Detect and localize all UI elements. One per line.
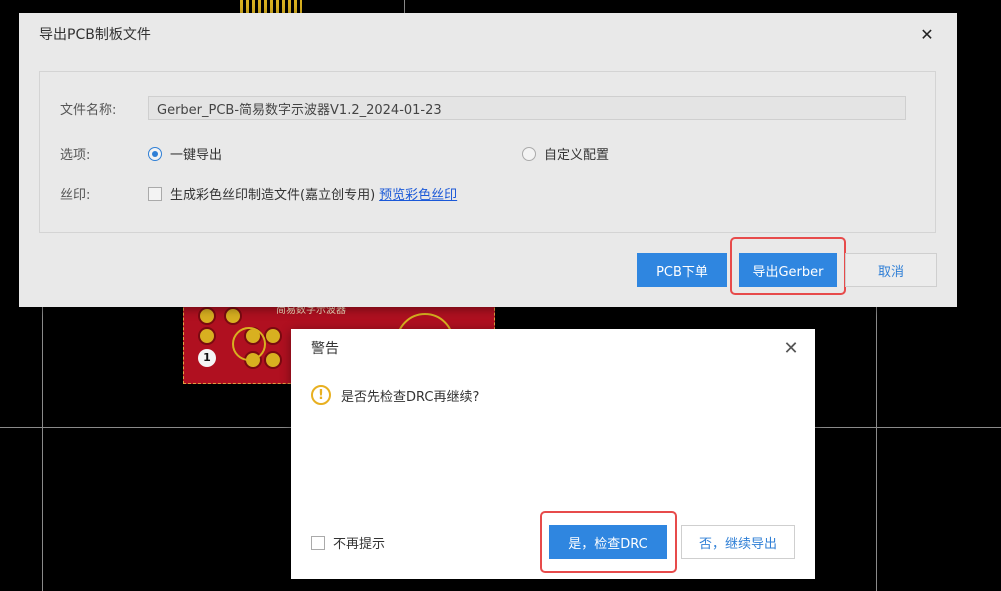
silk-checkbox-label: 生成彩色丝印制造文件(嘉立创专用)	[170, 188, 376, 203]
pcb-pad	[198, 327, 216, 345]
export-dialog-title: 导出PCB制板文件	[39, 27, 151, 43]
pcb-pad	[224, 307, 242, 325]
pcb-pad	[264, 327, 282, 345]
option-one-click-export[interactable]: 一键导出	[148, 144, 222, 163]
export-dialog-titlebar: 导出PCB制板文件 ✕	[19, 13, 957, 55]
silk-checkbox[interactable]	[148, 186, 162, 201]
pcb-button-ring	[232, 327, 266, 361]
warning-message: ! 是否先检查DRC再继续?	[311, 385, 479, 405]
filename-label: 文件名称:	[60, 102, 117, 118]
continue-export-button[interactable]: 否，继续导出	[681, 525, 795, 559]
options-row: 选项: 一键导出 自定义配置	[60, 144, 609, 163]
warning-dialog: 警告 ✕ ! 是否先检查DRC再继续? 不再提示 是，检查DRC 否，继续导出	[291, 329, 815, 579]
canvas-grid-line	[876, 300, 877, 591]
options-label: 选项:	[60, 148, 91, 163]
filename-row: 文件名称:	[60, 96, 906, 120]
option-custom-label: 自定义配置	[544, 148, 610, 163]
export-pcb-dialog: 导出PCB制板文件 ✕ 文件名称: 选项: 一键导出 自定义配置 丝印: 生成彩…	[19, 13, 957, 307]
silk-color-option[interactable]: 生成彩色丝印制造文件(嘉立创专用) 预览彩色丝印	[148, 184, 457, 203]
pcb-pad	[264, 351, 282, 369]
radio-unchecked-icon[interactable]	[522, 146, 537, 161]
close-icon[interactable]: ✕	[781, 338, 801, 359]
dont-remind-label: 不再提示	[333, 537, 386, 552]
check-drc-highlight	[540, 511, 677, 573]
warning-message-text: 是否先检查DRC再继续?	[341, 389, 480, 405]
option-one-click-label: 一键导出	[170, 148, 223, 163]
dont-remind-checkbox[interactable]	[311, 535, 325, 550]
pcb-order-button[interactable]: PCB下单	[637, 253, 727, 287]
silk-label: 丝印:	[60, 188, 91, 203]
warning-dialog-title: 警告	[311, 341, 339, 357]
warning-icon: !	[311, 385, 331, 405]
preview-silk-link[interactable]: 预览彩色丝印	[379, 184, 457, 203]
warning-dialog-titlebar: 警告 ✕	[291, 329, 815, 367]
silk-row: 丝印: 生成彩色丝印制造文件(嘉立创专用) 预览彩色丝印	[60, 184, 457, 203]
pcb-pad-number: 1	[198, 349, 216, 367]
filename-input[interactable]	[148, 96, 906, 120]
dont-remind-option[interactable]: 不再提示	[311, 533, 385, 552]
close-icon[interactable]: ✕	[917, 24, 937, 44]
cancel-button[interactable]: 取消	[845, 253, 937, 287]
export-gerber-highlight	[730, 237, 846, 295]
pcb-pad	[198, 307, 216, 325]
export-options-panel: 文件名称: 选项: 一键导出 自定义配置 丝印: 生成彩色丝印制造文件(嘉立创专…	[39, 71, 936, 233]
option-custom-config[interactable]: 自定义配置	[522, 144, 609, 163]
canvas-grid-line	[42, 300, 43, 591]
radio-checked-icon[interactable]	[148, 146, 162, 161]
